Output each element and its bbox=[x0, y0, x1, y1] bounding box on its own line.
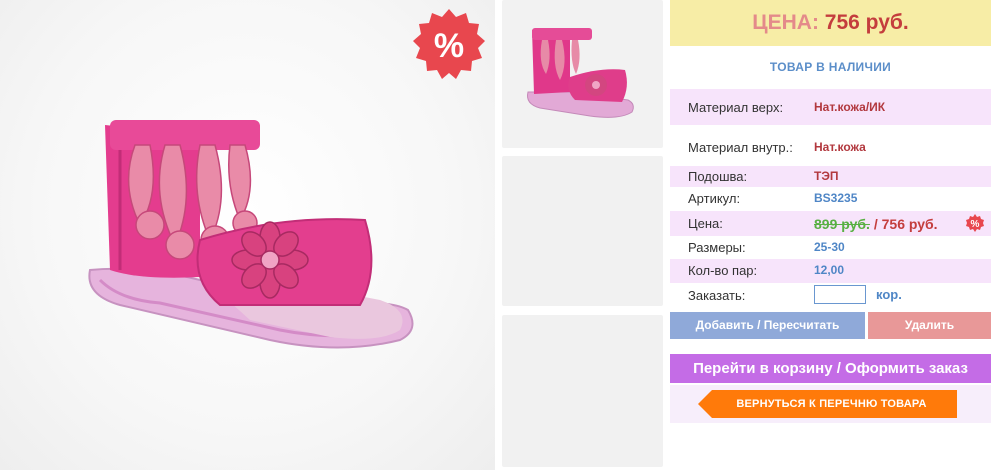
spec-row-price: Цена: 899 руб. / 756 руб. % bbox=[670, 211, 991, 236]
sale-badge-icon: % bbox=[413, 9, 485, 79]
main-product-image[interactable]: % bbox=[0, 0, 495, 470]
back-button-area: ВЕРНУТЬСЯ К ПЕРЕЧНЮ ТОВАРА bbox=[670, 385, 991, 423]
spec-label: Цена: bbox=[688, 216, 723, 231]
spec-row-order: Заказать: кор. bbox=[670, 284, 991, 308]
spec-row-sizes: Размеры: 25-30 bbox=[670, 236, 991, 258]
go-to-cart-button[interactable]: Перейти в корзину / Оформить заказ bbox=[670, 354, 991, 383]
spec-value: Нат.кожа bbox=[814, 140, 866, 154]
thumbnail-1[interactable] bbox=[502, 0, 663, 148]
spec-label: Подошва: bbox=[688, 169, 748, 184]
price-header: ЦЕНА: 756 руб. bbox=[670, 0, 991, 46]
sandal-image bbox=[88, 120, 414, 349]
stock-status: ТОВАР В НАЛИЧИИ bbox=[769, 60, 892, 74]
spec-row-material-in: Материал внутр.: Нат.кожа bbox=[670, 127, 991, 165]
thumbnail-3[interactable] bbox=[502, 315, 663, 467]
old-price: 899 руб. bbox=[814, 216, 870, 232]
spec-label: Кол-во пар: bbox=[688, 263, 758, 278]
spec-row-material-top: Материал верх: Нат.кожа/ИК bbox=[670, 89, 991, 125]
sandal-thumbnail-image bbox=[527, 28, 634, 118]
sale-badge-text: % bbox=[434, 27, 464, 65]
price-header-value: 756 руб. bbox=[824, 11, 909, 34]
spec-value-price: 899 руб. / 756 руб. bbox=[814, 216, 938, 232]
spec-value: 12,00 bbox=[814, 263, 845, 277]
spec-label: Заказать: bbox=[688, 288, 746, 303]
price-header-label: ЦЕНА: bbox=[752, 11, 819, 34]
spec-value: Нат.кожа/ИК bbox=[814, 100, 886, 114]
spec-label: Артикул: bbox=[688, 191, 741, 206]
thumbnail-2[interactable] bbox=[502, 156, 663, 306]
discount-badge-icon: % bbox=[966, 214, 984, 232]
spec-value: BS3235 bbox=[814, 191, 858, 205]
back-to-list-button[interactable]: ВЕРНУТЬСЯ К ПЕРЕЧНЮ ТОВАРА bbox=[698, 390, 957, 418]
spec-value: ТЭП bbox=[814, 169, 839, 183]
spec-row-sole: Подошва: ТЭП bbox=[670, 166, 991, 187]
spec-label: Размеры: bbox=[688, 240, 746, 255]
new-price: 756 руб. bbox=[881, 216, 938, 232]
delete-button[interactable]: Удалить bbox=[868, 312, 991, 339]
price-separator: / bbox=[869, 216, 882, 232]
add-recalculate-button[interactable]: Добавить / Пересчитать bbox=[670, 312, 865, 339]
spec-label: Материал верх: bbox=[688, 100, 784, 115]
spec-value: 25-30 bbox=[814, 240, 845, 254]
order-unit: кор. bbox=[876, 287, 902, 302]
spec-row-pairs: Кол-во пар: 12,00 bbox=[670, 259, 991, 283]
spec-label: Материал внутр.: bbox=[688, 140, 793, 155]
order-quantity-input[interactable] bbox=[814, 285, 866, 304]
spec-row-article: Артикул: BS3235 bbox=[670, 188, 991, 209]
discount-badge-text: % bbox=[971, 219, 980, 230]
back-button-label: ВЕРНУТЬСЯ К ПЕРЕЧНЮ ТОВАРА bbox=[736, 398, 927, 410]
